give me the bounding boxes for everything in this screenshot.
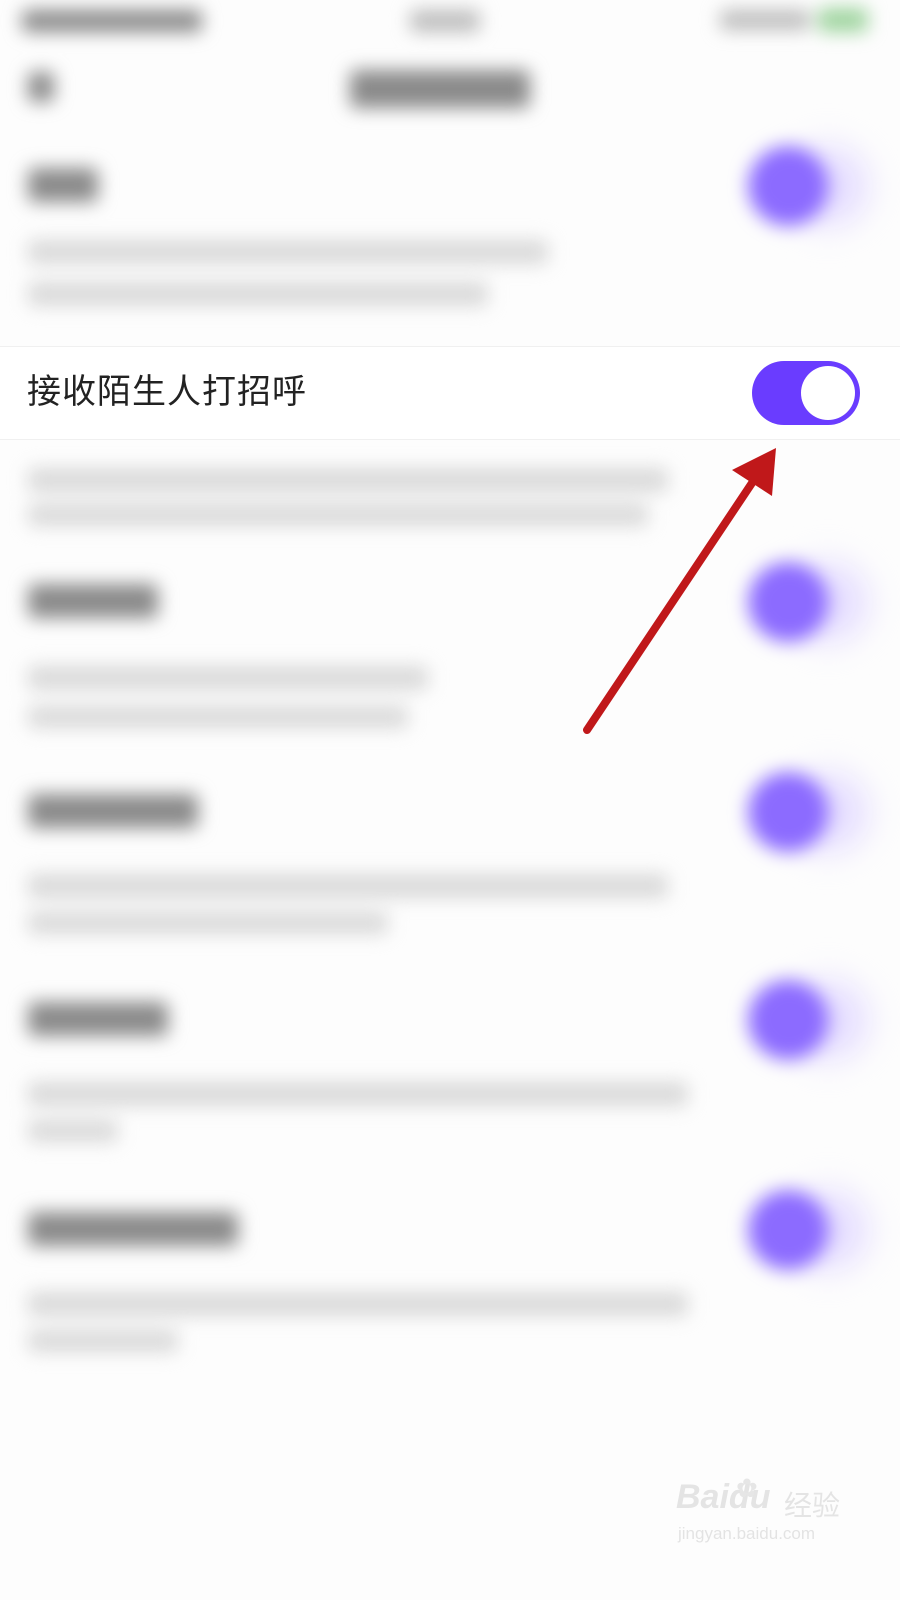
watermark-url: jingyan.baidu.com: [678, 1524, 816, 1543]
settings-screen: 接收陌生人打招呼 Baidu ✿ 经验 jingyan.baidu.com: [0, 0, 900, 1600]
toggle-knob: [801, 366, 855, 420]
baidu-jingyan-watermark: Baidu ✿ 经验 jingyan.baidu.com: [676, 1474, 876, 1558]
accept-stranger-greetings-toggle[interactable]: [752, 361, 860, 425]
paw-icon: ✿: [736, 1474, 758, 1504]
setting-label: 接收陌生人打招呼: [27, 372, 307, 412]
setting-row-accept-stranger-greetings: 接收陌生人打招呼: [0, 346, 900, 440]
blurred-background: [0, 0, 900, 1600]
watermark-cn: 经验: [784, 1489, 841, 1522]
